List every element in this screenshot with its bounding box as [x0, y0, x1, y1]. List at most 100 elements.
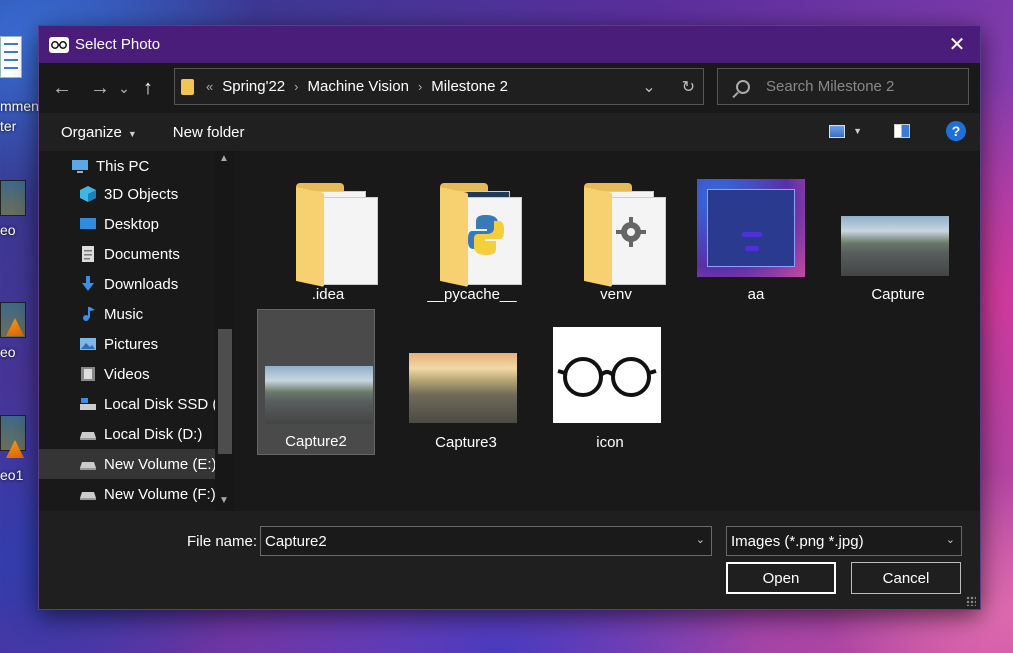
file-item[interactable]: Capture	[839, 161, 957, 307]
documents-icon	[82, 246, 94, 262]
cancel-button[interactable]: Cancel	[851, 562, 961, 594]
sidebar-item-videos[interactable]: Videos	[39, 359, 235, 389]
new-folder-button[interactable]: New folder	[173, 124, 245, 141]
sidebar-item-downloads[interactable]: Downloads	[39, 269, 235, 299]
file-item[interactable]: venv	[557, 161, 675, 307]
python-folder-icon	[440, 183, 522, 287]
chevron-right-icon: ›	[294, 79, 299, 94]
up-arrow-icon[interactable]: ↑	[133, 77, 163, 100]
file-name-field[interactable]: Capture2 ⌄	[260, 526, 712, 556]
glasses-image-thumbnail	[553, 327, 661, 423]
recent-locations-chevron-icon[interactable]: ⌄	[115, 80, 133, 97]
search-input[interactable]: Search Milestone 2	[717, 68, 969, 105]
file-item[interactable]: aa	[697, 161, 815, 307]
sidebar-item-this-pc[interactable]: This PC	[39, 153, 235, 179]
drive-icon	[80, 432, 96, 440]
pictures-icon	[80, 338, 96, 350]
glasses-icon	[49, 36, 69, 53]
downloads-icon	[82, 276, 94, 291]
scroll-thumb[interactable]	[218, 329, 232, 454]
music-icon	[83, 307, 95, 321]
file-type-select[interactable]: Images (*.png *.jpg) ⌄	[726, 526, 962, 556]
3d-objects-icon	[80, 186, 96, 202]
sidebar-scrollbar[interactable]: ▲ ▼	[215, 151, 235, 511]
refresh-icon[interactable]: ↻	[682, 77, 695, 97]
desktop-video-icon[interactable]	[0, 180, 26, 216]
desktop-label[interactable]: ter	[0, 118, 16, 134]
file-type-value: Images (*.png *.jpg)	[731, 532, 864, 550]
desktop-label[interactable]: mmen.	[0, 98, 43, 114]
sidebar-item-3d-objects[interactable]: 3D Objects	[39, 179, 235, 209]
sidebar-item-pictures[interactable]: Pictures	[39, 329, 235, 359]
organize-label: Organize	[61, 123, 122, 141]
sidebar-item-label: Desktop	[104, 215, 160, 233]
breadcrumb-machine-vision[interactable]: Machine Vision	[308, 78, 409, 95]
desktop-label[interactable]: eo	[0, 344, 16, 360]
dialog-title: Select Photo	[75, 36, 161, 53]
sidebar-item-label: New Volume (E:)	[104, 455, 217, 473]
sidebar-item-label: Local Disk (D:)	[104, 425, 203, 443]
sidebar-item-local-disk-d[interactable]: Local Disk (D:)	[39, 419, 235, 449]
search-icon	[736, 79, 750, 94]
view-options-caret-icon[interactable]: ▼	[853, 126, 862, 136]
dialog-footer: File name: Capture2 ⌄ Images (*.png *.jp…	[39, 511, 980, 609]
sidebar-item-local-disk-c[interactable]: Local Disk SSD (C	[39, 389, 235, 419]
sidebar-item-label: Local Disk SSD (C	[104, 395, 229, 413]
file-item[interactable]: icon	[551, 309, 669, 455]
select-photo-dialog: Select Photo ✕ ← → ⌄ ↑ « Spring'22 › Mac…	[38, 25, 981, 610]
back-arrow-icon[interactable]: ←	[47, 77, 77, 100]
drive-icon	[80, 492, 96, 500]
sidebar-item-new-volume-f[interactable]: New Volume (F:)	[39, 479, 235, 509]
sidebar-item-label: Music	[104, 305, 144, 323]
sidebar-item-label: Documents	[104, 245, 180, 263]
sidebar-item-new-volume-e[interactable]: New Volume (E:)	[39, 449, 235, 479]
file-item-selected[interactable]: Capture2	[257, 309, 375, 455]
close-icon: ✕	[948, 34, 966, 56]
file-name-value: Capture2	[265, 532, 327, 550]
file-name: icon	[596, 434, 624, 451]
breadcrumb-milestone-2[interactable]: Milestone 2	[431, 78, 508, 95]
scroll-down-icon[interactable]: ▼	[219, 495, 229, 506]
file-item[interactable]: .idea	[269, 161, 387, 307]
open-button[interactable]: Open	[726, 562, 836, 594]
folder-icon	[296, 183, 378, 287]
file-name-label: File name:	[187, 533, 258, 550]
search-placeholder: Search Milestone 2	[766, 78, 895, 95]
address-dropdown-chevron-icon[interactable]: ⌄	[642, 77, 655, 97]
sidebar-item-label: Pictures	[104, 335, 159, 353]
dialog-body: This PC 3D Objects Desktop Documents Dow…	[39, 151, 980, 511]
title-bar[interactable]: Select Photo ✕	[39, 26, 980, 63]
file-name: Capture2	[285, 433, 347, 450]
sidebar-item-music[interactable]: Music	[39, 299, 235, 329]
drive-icon	[80, 398, 96, 410]
scroll-up-icon[interactable]: ▲	[219, 153, 229, 164]
organize-button[interactable]: Organize ▼	[61, 124, 137, 141]
close-button[interactable]: ✕	[934, 26, 980, 63]
file-item[interactable]: __pycache__	[413, 161, 531, 307]
desktop-label[interactable]: eo1	[0, 467, 23, 483]
navigation-pane: This PC 3D Objects Desktop Documents Dow…	[39, 151, 235, 511]
resize-grip-icon[interactable]	[966, 596, 976, 606]
file-name: Capture	[871, 286, 925, 303]
preview-pane-icon[interactable]	[894, 124, 910, 138]
glasses-icon	[557, 357, 657, 397]
breadcrumb-overflow-icon[interactable]: «	[206, 79, 213, 94]
file-name: venv	[600, 286, 632, 303]
sidebar-item-documents[interactable]: Documents	[39, 239, 235, 269]
highway-image-thumbnail	[265, 366, 373, 424]
desktop-label[interactable]: eo	[0, 222, 16, 238]
help-icon[interactable]: ?	[946, 121, 966, 141]
desktop-document-icon[interactable]	[0, 36, 22, 78]
change-view-icon[interactable]	[829, 124, 846, 138]
breadcrumb-spring22[interactable]: Spring'22	[222, 78, 285, 95]
address-bar[interactable]: « Spring'22 › Machine Vision › Milestone…	[174, 68, 704, 105]
forward-arrow-icon[interactable]: →	[85, 77, 115, 100]
python-logo-icon	[468, 215, 504, 255]
chevron-down-icon[interactable]: ⌄	[946, 533, 955, 546]
gear-icon	[616, 217, 646, 247]
navigation-bar: ← → ⌄ ↑ « Spring'22 › Machine Vision › M…	[39, 63, 980, 113]
chevron-down-icon[interactable]: ⌄	[696, 533, 705, 546]
file-item[interactable]: Capture3	[407, 309, 525, 455]
drive-icon	[80, 462, 96, 470]
sidebar-item-desktop[interactable]: Desktop	[39, 209, 235, 239]
